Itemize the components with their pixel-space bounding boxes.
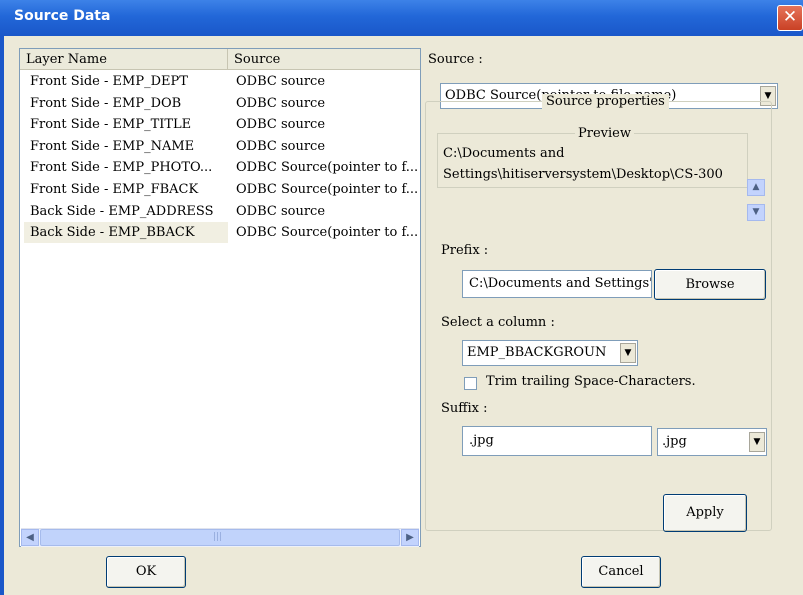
source-label: Source : [428, 52, 483, 67]
cancel-button[interactable]: Cancel [581, 556, 661, 588]
prefix-label: Prefix : [441, 243, 489, 258]
scroll-left-icon[interactable]: ◀ [21, 529, 39, 546]
layer-name-cell: Front Side - EMP_TITLE [30, 117, 192, 133]
horizontal-scrollbar[interactable]: ◀ ||| ▶ [21, 528, 419, 547]
close-button[interactable]: ✕ [777, 5, 803, 31]
column-header-source[interactable]: Source [228, 49, 420, 69]
source-cell: ODBC Source(pointer to f... [236, 225, 419, 241]
preview-line-1: C:\Documents and [443, 146, 565, 161]
source-cell: ODBC source [236, 74, 326, 89]
source-cell: ODBC source [236, 95, 326, 111]
table-row[interactable]: Front Side - EMP_NAME ODBC source [20, 136, 420, 157]
table-row[interactable]: Front Side - EMP_FBACK ODBC Source(pointe… [20, 179, 420, 200]
suffix-dropdown[interactable]: .jpg ▼ [657, 428, 767, 456]
table-row[interactable]: Back Side - EMP_BBACK ODBC Source(pointer… [20, 222, 420, 244]
layer-name-cell: Back Side - EMP_BBACK [24, 222, 228, 244]
column-selected: EMP_BBACKGROUN [467, 345, 607, 360]
source-cell: ODBC Source(pointer to f... [236, 160, 419, 176]
scroll-grip: ||| [213, 532, 223, 542]
table-row[interactable]: Front Side - EMP_DOB ODBC source [20, 93, 420, 114]
source-cell: ODBC Source(pointer to f... [236, 182, 419, 197]
suffix-label: Suffix : [441, 401, 488, 416]
layer-name-cell: Front Side - EMP_DEPT [30, 74, 188, 89]
window-title: Source Data [14, 8, 111, 24]
trim-checkbox[interactable] [464, 377, 477, 390]
close-icon: ✕ [782, 7, 798, 27]
suffix-selected: .jpg [662, 434, 687, 449]
prefix-input[interactable]: C:\Documents and Settings' [462, 270, 652, 298]
table-row[interactable]: Front Side - EMP_DEPT ODBC source [20, 71, 420, 92]
preview-legend: Preview [575, 126, 634, 141]
layer-name-cell: Front Side - EMP_DOB [30, 95, 182, 111]
preview-line-2: Settings\hitiserversystem\Desktop\CS-300 [443, 167, 723, 182]
ok-button[interactable]: OK [106, 556, 186, 588]
title-bar[interactable]: Source Data ✕ [0, 0, 803, 36]
column-header-layer-name[interactable]: Layer Name [20, 49, 228, 69]
table-row[interactable]: Back Side - EMP_ADDRESS ODBC source [20, 201, 420, 222]
layer-name-cell: Front Side - EMP_PHOTO... [30, 160, 213, 176]
browse-button[interactable]: Browse [654, 269, 766, 300]
scroll-right-icon[interactable]: ▶ [401, 529, 419, 546]
scroll-up-icon[interactable]: ▲ [747, 179, 765, 196]
list-header: Layer Name Source [20, 49, 420, 70]
apply-button[interactable]: Apply [663, 494, 747, 532]
column-dropdown[interactable]: EMP_BBACKGROUN ▼ [462, 340, 638, 366]
preview-text: C:\Documents and Settings\hitiserversyst… [443, 143, 733, 185]
source-cell: ODBC source [236, 203, 326, 219]
trim-label[interactable]: Trim trailing Space-Characters. [486, 374, 696, 389]
table-row[interactable]: Front Side - EMP_PHOTO... ODBC Source(poi… [20, 157, 420, 178]
source-cell: ODBC source [236, 138, 326, 154]
layer-name-cell: Front Side - EMP_FBACK [30, 182, 199, 197]
layer-name-cell: Back Side - EMP_ADDRESS [30, 203, 214, 219]
table-row[interactable]: Front Side - EMP_TITLE ODBC source [20, 114, 420, 135]
chevron-down-icon[interactable]: ▼ [620, 343, 636, 363]
layer-name-cell: Front Side - EMP_NAME [30, 138, 195, 154]
scroll-down-icon[interactable]: ▼ [747, 204, 765, 221]
layer-list[interactable]: Layer Name Source Front Side - EMP_DEPT O… [19, 48, 421, 547]
source-cell: ODBC source [236, 117, 326, 133]
chevron-down-icon[interactable]: ▼ [749, 432, 765, 452]
scroll-thumb[interactable]: ||| [40, 529, 400, 546]
select-column-label: Select a column : [441, 315, 555, 330]
source-properties-legend: Source properties [542, 94, 669, 109]
suffix-input[interactable]: .jpg [462, 426, 652, 456]
